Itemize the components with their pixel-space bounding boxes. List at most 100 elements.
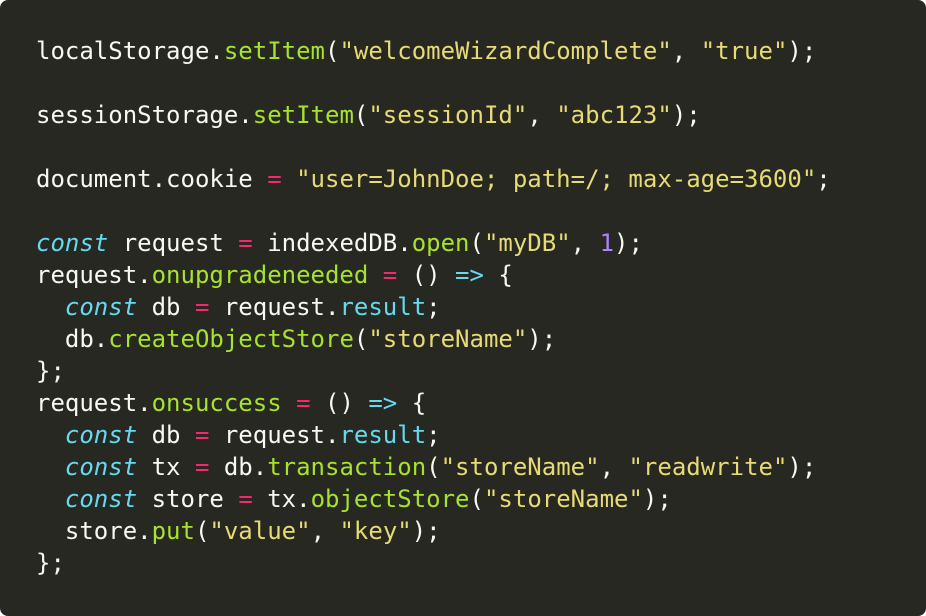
code-token: ( bbox=[469, 229, 484, 257]
code-token: ); bbox=[671, 101, 701, 129]
code-token: request. bbox=[36, 389, 152, 417]
code-token: setItem bbox=[223, 37, 325, 65]
code-token: const bbox=[64, 485, 138, 513]
code-line: request.onupgradeneeded = () => { bbox=[36, 259, 926, 291]
code-token: ( bbox=[325, 37, 340, 65]
code-token: ( bbox=[194, 517, 210, 545]
code-token: () bbox=[310, 389, 369, 417]
code-token: ( bbox=[426, 453, 441, 481]
code-line: document.cookie = "user=JohnDoe; path=/;… bbox=[36, 163, 926, 195]
code-token: "storeName" bbox=[483, 485, 643, 513]
code-token: ); bbox=[614, 229, 643, 257]
code-token: ( bbox=[353, 101, 369, 129]
code-token: "myDB" bbox=[483, 229, 571, 257]
code-token: store bbox=[137, 485, 239, 513]
code-line: db.createObjectStore("storeName"); bbox=[36, 323, 926, 355]
code-token: ); bbox=[787, 37, 817, 65]
code-token: db bbox=[137, 421, 195, 449]
code-token: "storeName" bbox=[368, 325, 528, 353]
code-token: , bbox=[310, 517, 340, 545]
code-token: ); bbox=[787, 453, 817, 481]
code-token: = bbox=[194, 453, 210, 481]
code-line: ​ bbox=[36, 131, 926, 163]
code-block[interactable]: localStorage.setItem("welcomeWizardCompl… bbox=[36, 35, 926, 579]
code-line: const store = tx.objectStore("storeName"… bbox=[36, 483, 926, 515]
code-token: "key" bbox=[339, 517, 412, 545]
code-token: = bbox=[296, 389, 311, 417]
code-token: 1 bbox=[599, 229, 615, 257]
code-token: "welcomeWizardComplete" bbox=[339, 37, 672, 65]
code-token: ; bbox=[426, 293, 441, 321]
code-token: request. bbox=[36, 261, 152, 289]
code-token: "sessionId" bbox=[368, 101, 528, 129]
code-token: ); bbox=[411, 517, 441, 545]
code-token: => bbox=[368, 389, 398, 417]
code-token: "user=JohnDoe; path=/; max-age=3600" bbox=[296, 165, 817, 193]
code-line: }; bbox=[36, 547, 926, 579]
code-token: db. bbox=[209, 453, 268, 481]
code-token: "readwrite" bbox=[628, 453, 788, 481]
code-token: , bbox=[599, 453, 629, 481]
code-token: localStorage. bbox=[36, 37, 224, 65]
code-token: = bbox=[194, 421, 210, 449]
code-token: }; bbox=[36, 549, 65, 577]
code-token: { bbox=[483, 261, 513, 289]
code-token: result bbox=[339, 421, 427, 449]
code-token: request. bbox=[209, 421, 340, 449]
code-token: ( bbox=[469, 485, 484, 513]
code-token: indexedDB. bbox=[252, 229, 412, 257]
code-token: = bbox=[238, 229, 253, 257]
code-token: put bbox=[151, 517, 195, 545]
code-token: const bbox=[36, 229, 109, 257]
code-token: request bbox=[108, 229, 239, 257]
code-token: ; bbox=[816, 165, 831, 193]
code-token: { bbox=[397, 389, 427, 417]
code-token: , bbox=[671, 37, 701, 65]
code-line: const tx = db.transaction("storeName", "… bbox=[36, 451, 926, 483]
code-token: }; bbox=[36, 357, 65, 385]
code-token: sessionStorage. bbox=[36, 101, 253, 129]
code-token: open bbox=[411, 229, 470, 257]
code-line: const request = indexedDB.open("myDB", 1… bbox=[36, 227, 926, 259]
code-line: request.onsuccess = () => { bbox=[36, 387, 926, 419]
code-token: request. bbox=[209, 293, 340, 321]
code-line: const db = request.result; bbox=[36, 291, 926, 323]
code-line: sessionStorage.setItem("sessionId", "abc… bbox=[36, 99, 926, 131]
code-token: transaction bbox=[267, 453, 427, 481]
code-editor[interactable]: localStorage.setItem("welcomeWizardCompl… bbox=[0, 0, 926, 616]
code-token: "abc123" bbox=[556, 101, 672, 129]
code-token: "true" bbox=[700, 37, 788, 65]
code-token: db. bbox=[36, 325, 109, 353]
code-token: ); bbox=[642, 485, 672, 513]
code-line: localStorage.setItem("welcomeWizardCompl… bbox=[36, 35, 926, 67]
code-token: result bbox=[339, 293, 427, 321]
code-token: ; bbox=[426, 421, 441, 449]
code-token: () bbox=[397, 261, 456, 289]
code-token: , bbox=[570, 229, 600, 257]
code-line: }; bbox=[36, 355, 926, 387]
code-line: store.put("value", "key"); bbox=[36, 515, 926, 547]
code-token: = bbox=[238, 485, 253, 513]
code-token: => bbox=[455, 261, 484, 289]
code-token: = bbox=[267, 165, 282, 193]
code-token: tx bbox=[137, 453, 195, 481]
code-token: db bbox=[137, 293, 195, 321]
code-line: const db = request.result; bbox=[36, 419, 926, 451]
code-token: store. bbox=[36, 517, 152, 545]
code-token: onupgradeneeded bbox=[151, 261, 369, 289]
code-token: "storeName" bbox=[440, 453, 600, 481]
code-token: = bbox=[382, 261, 398, 289]
code-token: "value" bbox=[209, 517, 311, 545]
code-token: onsuccess bbox=[151, 389, 282, 417]
code-token: ); bbox=[527, 325, 557, 353]
code-line: ​ bbox=[36, 195, 926, 227]
code-token: document.cookie bbox=[36, 165, 268, 193]
code-token: const bbox=[64, 293, 138, 321]
code-token: tx. bbox=[252, 485, 311, 513]
code-token: createObjectStore bbox=[108, 325, 354, 353]
code-token: const bbox=[64, 421, 138, 449]
